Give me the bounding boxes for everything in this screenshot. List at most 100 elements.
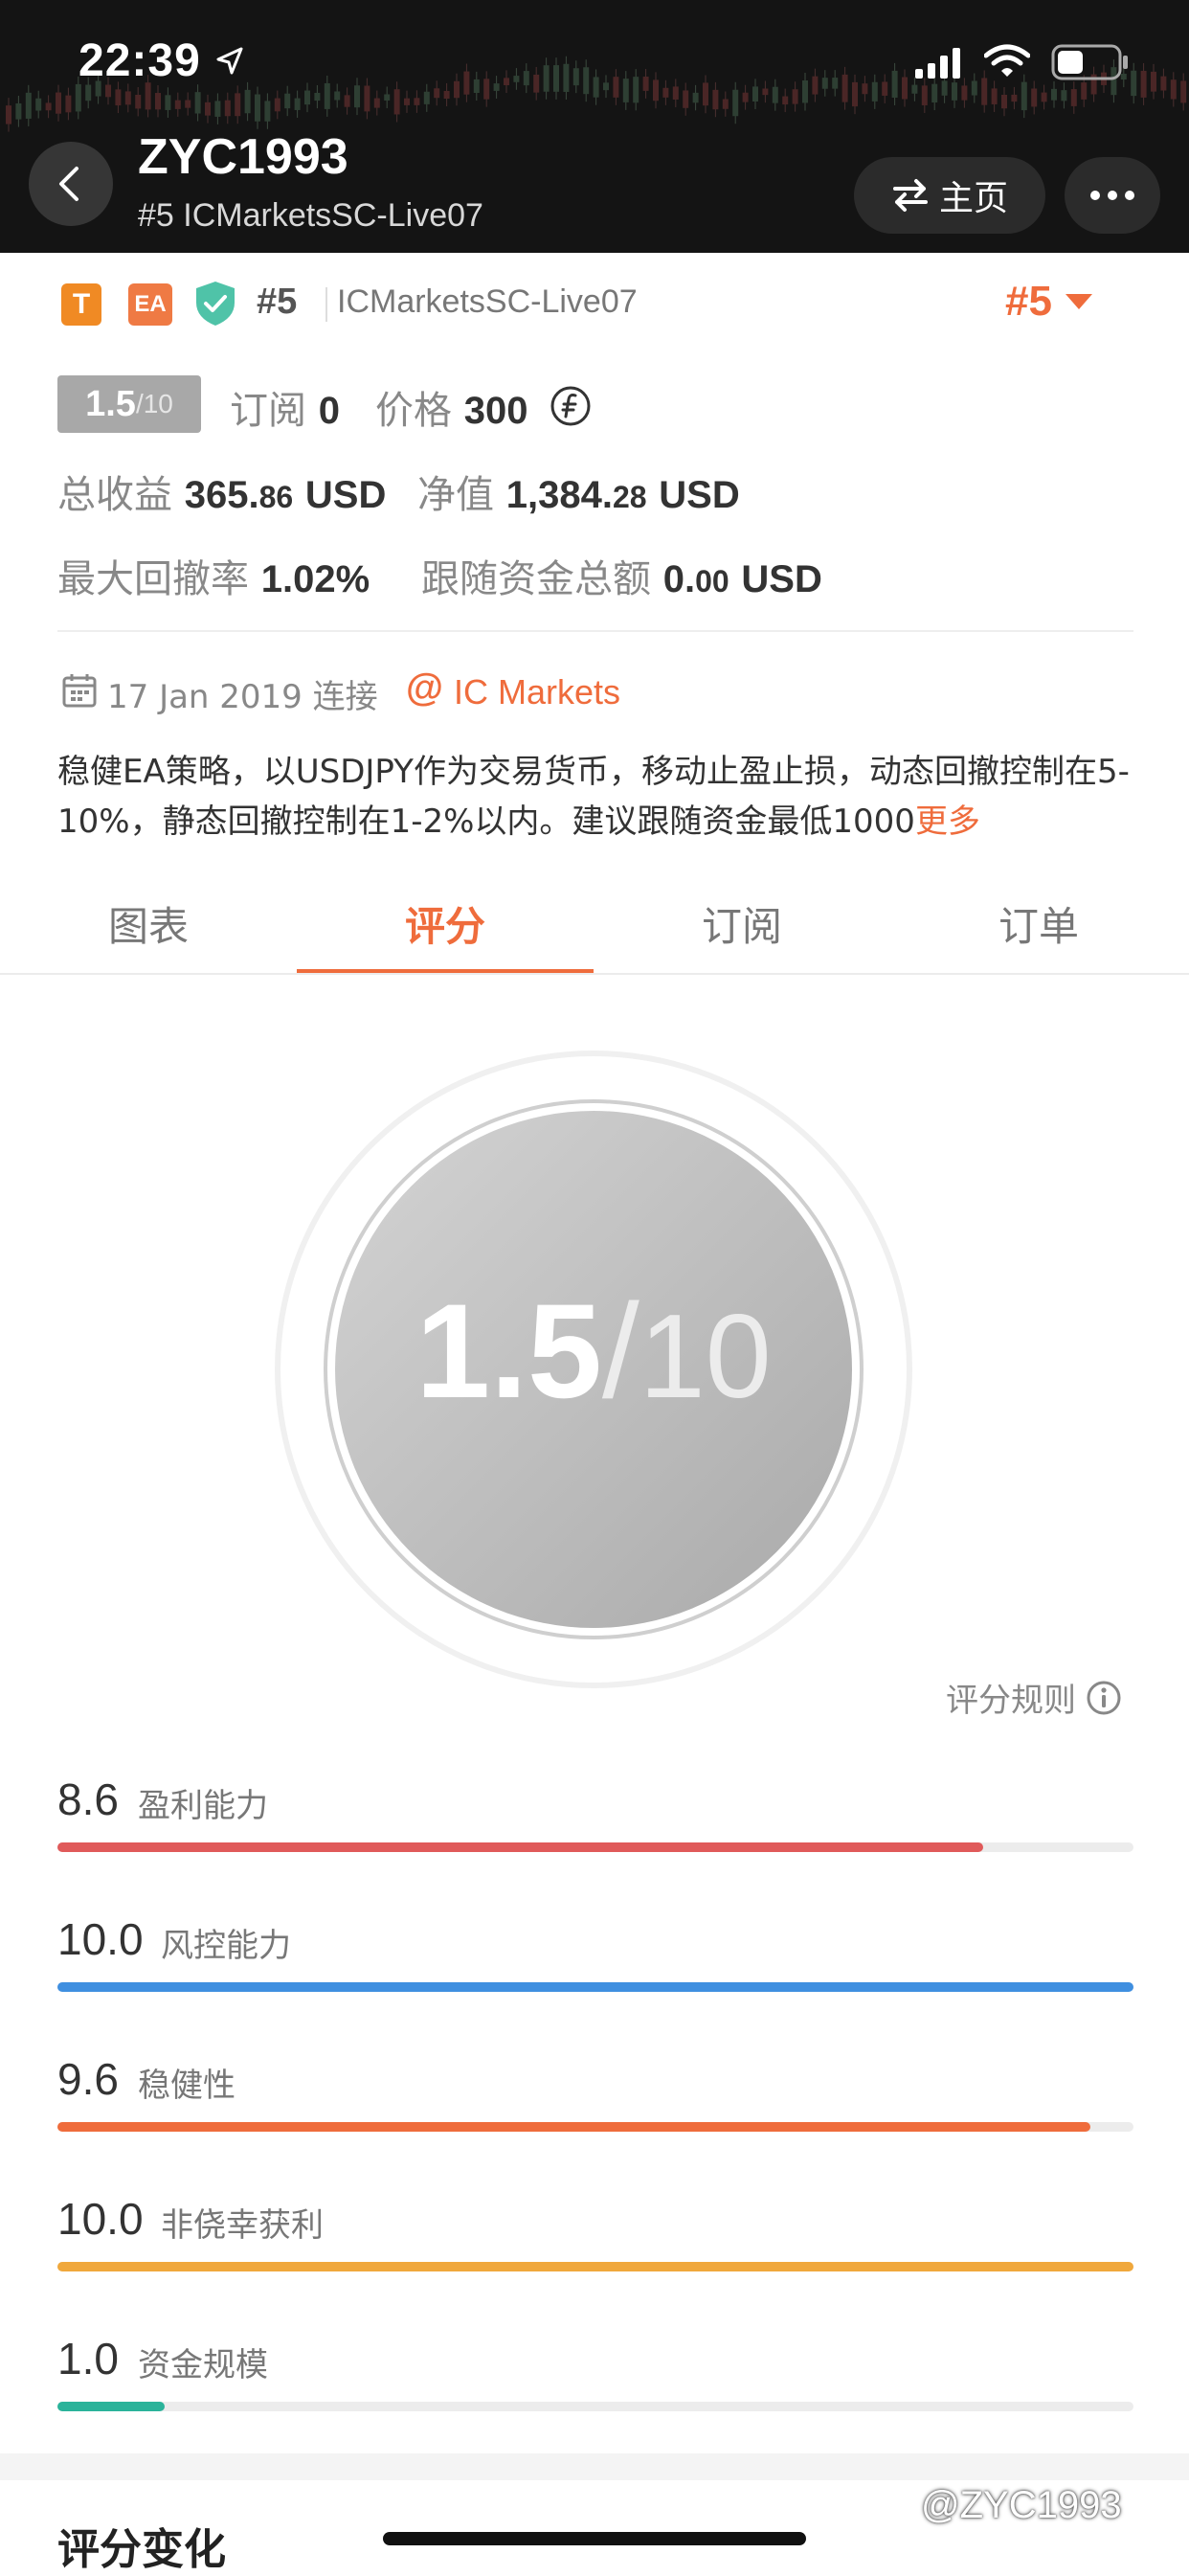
follow-funds-unit: USD [741, 558, 822, 600]
chevron-left-icon [59, 167, 79, 201]
rank-label: #5 [257, 282, 298, 322]
metric-value: 1.0 [57, 2334, 119, 2384]
max-drawdown-label: 最大回撤率 [57, 557, 249, 601]
watermark: @ZYC1993 [921, 2484, 1122, 2526]
cellular-signal-icon [915, 48, 960, 79]
price-stat: 价格 300 [375, 379, 527, 435]
follow-funds-dec: 00 [695, 564, 729, 599]
section-gap [0, 2453, 1189, 2480]
metric-label: 盈利能力 [138, 1787, 268, 1825]
divider [325, 287, 327, 322]
home-button-label: 主页 [938, 179, 1008, 218]
account-title: ZYC1993 [138, 129, 348, 185]
tab-orders[interactable]: 订单 [890, 873, 1187, 973]
follow-funds-label: 跟随资金总额 [421, 557, 651, 601]
total-profit-unit: USD [304, 474, 387, 516]
metric-label: 非侥幸获利 [161, 2206, 324, 2245]
metric-label: 风控能力 [161, 1927, 291, 1965]
calendar-icon [62, 674, 97, 708]
broker-link[interactable]: IC Markets [454, 672, 620, 712]
equity-int: 1,384. [505, 474, 613, 516]
metric-track [57, 2402, 1133, 2411]
subscribe-label: 订阅 [230, 389, 306, 433]
tab-subscribe[interactable]: 订阅 [594, 873, 890, 973]
rank-dropdown[interactable]: #5 [1005, 278, 1094, 326]
metric-value: 8.6 [57, 1774, 119, 1824]
account-subtitle: #5 ICMarketsSC-Live07 [138, 197, 483, 234]
server-label: ICMarketsSC-Live07 [337, 283, 638, 320]
metric-label: 稳健性 [138, 2067, 236, 2105]
metric-track [57, 2122, 1133, 2132]
score-rules-link[interactable]: 评分规则 [946, 1674, 1122, 1721]
back-button[interactable] [29, 142, 113, 226]
more-link[interactable]: 更多 [915, 802, 980, 841]
max-drawdown-value: 1.02% [260, 558, 370, 600]
status-bar: 22:39 [0, 0, 1189, 115]
battery-icon [1051, 44, 1128, 80]
more-options-button[interactable] [1065, 157, 1160, 234]
subscribe-stat: 订阅 0 [230, 379, 340, 435]
metric-track [57, 1982, 1133, 1992]
metric-fill [57, 2122, 1091, 2132]
metric-value: 10.0 [57, 2194, 144, 2244]
follow-funds-stat: 跟随资金总额 0.00 USD [421, 548, 822, 603]
strategy-description: 稳健EA策略，以USDJPY作为交易货币，移动止盈止损，动态回撤控制在5-10%… [57, 747, 1130, 847]
info-icon [1087, 1681, 1121, 1714]
swap-arrows-icon [892, 179, 928, 212]
score-value: 1.5 [415, 1276, 602, 1426]
ea-badge: EA [128, 283, 172, 326]
broker-at-icon: @ [406, 667, 444, 709]
equity-label: 净值 [417, 473, 494, 517]
coin-icon [550, 386, 591, 426]
metric-profitability: 8.6 盈利能力 [57, 1774, 1133, 1888]
metric-non-luck-profit: 10.0 非侥幸获利 [57, 2193, 1133, 2308]
metric-risk-control: 10.0 风控能力 [57, 1913, 1133, 2028]
trader-badge: T [61, 283, 101, 326]
score-pill-value: 1.5 [85, 383, 136, 424]
equity-dec: 28 [612, 480, 647, 514]
home-indicator[interactable] [383, 2532, 806, 2545]
verified-shield-icon [196, 282, 235, 326]
caret-down-icon [1065, 294, 1092, 309]
metric-fill [57, 2262, 1133, 2271]
metric-value: 10.0 [57, 1914, 144, 1964]
price-label: 价格 [375, 389, 452, 433]
tab-score[interactable]: 评分 [297, 873, 594, 973]
subscribe-count: 0 [318, 390, 340, 432]
wifi-icon [984, 44, 1030, 77]
equity-unit: USD [659, 474, 740, 516]
location-arrow-icon [216, 47, 243, 75]
metric-track [57, 1842, 1133, 1852]
total-profit-label: 总收益 [57, 473, 172, 517]
score-slash: / [601, 1276, 639, 1426]
metric-fill [57, 1842, 983, 1852]
rank-dropdown-label: #5 [1005, 278, 1052, 325]
total-profit-int: 365. [184, 474, 259, 516]
metric-value: 9.6 [57, 2054, 119, 2104]
header: 22:39 ZYC1993 #5 ICMarketsSC-Live07 主页 [0, 0, 1189, 253]
total-profit-dec: 86 [258, 480, 294, 514]
home-button[interactable]: 主页 [854, 157, 1045, 234]
metric-stability: 9.6 稳健性 [57, 2053, 1133, 2168]
score-rules-label: 评分规则 [946, 1682, 1076, 1720]
total-profit-stat: 总收益 365.86 USD [57, 463, 386, 519]
tab-chart[interactable]: 图表 [0, 873, 297, 973]
tab-bar: 图表 评分 订阅 订单 [0, 873, 1189, 977]
score-pill: 1.5/10 [57, 375, 201, 433]
status-time: 22:39 [79, 35, 201, 86]
connected-since: 17 Jan 2019 连接 [107, 678, 378, 716]
price-value: 300 [463, 390, 528, 432]
equity-stat: 净值 1,384.28 USD [417, 463, 740, 519]
metric-label: 资金规模 [138, 2346, 268, 2384]
metric-fill [57, 2402, 166, 2411]
metric-fill [57, 1982, 1133, 1992]
more-dots-icon [1090, 191, 1134, 200]
score-history-title: 评分变化 [57, 2525, 226, 2574]
follow-funds-int: 0. [662, 558, 696, 600]
divider [0, 973, 1189, 975]
max-drawdown-stat: 最大回撤率 1.02% [57, 548, 370, 603]
metric-fund-scale: 1.0 资金规模 [57, 2333, 1133, 2448]
score-pill-max: /10 [135, 389, 173, 418]
metric-track [57, 2262, 1133, 2271]
score-max: 10 [639, 1291, 772, 1423]
